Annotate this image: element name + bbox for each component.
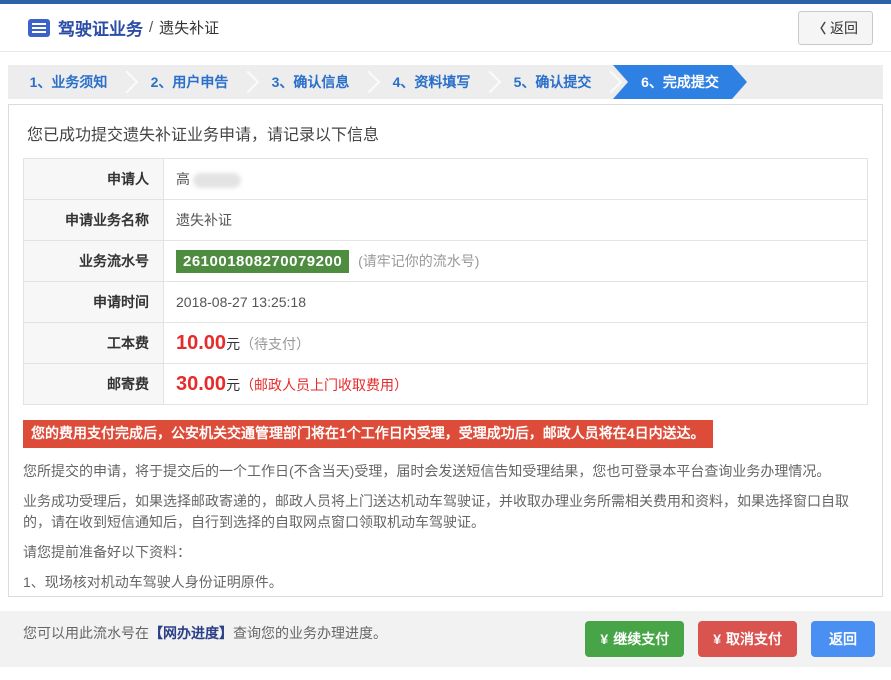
serial-number-note: (请牢记你的流水号): [358, 253, 479, 269]
success-message: 您已成功提交遗失补证业务申请，请记录以下信息: [27, 121, 868, 145]
table-row-service-name: 申请业务名称 遗失补证: [24, 200, 868, 241]
breadcrumb-separator: /: [149, 19, 153, 36]
chevron-left-icon: 〈: [813, 18, 826, 37]
progress-query-suffix: 查询您的业务办理进度。: [233, 625, 387, 641]
production-fee-amount: 10.00: [176, 332, 226, 354]
back-button-bottom[interactable]: 返回: [811, 621, 875, 657]
serial-number-value: 261001808270079200 (请牢记你的流水号): [164, 241, 868, 282]
table-row-applicant: 申请人 高: [24, 159, 868, 200]
cancel-payment-button[interactable]: ¥ 取消支付: [698, 621, 797, 657]
notice-paragraph-1: 您所提交的申请，将于提交后的一个工作日(不含当天)受理，届时会发送短信告知受理结…: [23, 461, 868, 482]
service-name-value: 遗失补证: [164, 200, 868, 241]
production-fee-note: （待支付）: [240, 336, 310, 352]
serial-number-badge: 261001808270079200: [176, 250, 349, 273]
apply-time-value: 2018-08-27 13:25:18: [164, 282, 868, 323]
table-row-production-fee: 工本费 10.00元（待支付）: [24, 323, 868, 364]
continue-payment-label: 继续支付: [613, 629, 669, 649]
page-header: 驾驶证业务 / 遗失补证 〈 返回: [0, 4, 891, 52]
cancel-payment-label: 取消支付: [726, 629, 782, 649]
back-button-top[interactable]: 〈 返回: [798, 11, 873, 45]
postage-fee-amount: 30.00: [176, 373, 226, 395]
table-row-postage-fee: 邮寄费 30.00元（邮政人员上门收取费用）: [24, 364, 868, 405]
apply-time-label: 申请时间: [24, 282, 164, 323]
step-tab-user-declaration[interactable]: 2、用户申告: [129, 65, 250, 99]
postage-fee-note: （邮政人员上门收取费用）: [240, 377, 408, 393]
continue-payment-button[interactable]: ¥ 继续支付: [585, 621, 684, 657]
postage-fee-label: 邮寄费: [24, 364, 164, 405]
postage-fee-unit: 元: [226, 377, 240, 393]
step-tab-complete-submit[interactable]: 6、完成提交: [613, 65, 747, 99]
production-fee-label: 工本费: [24, 323, 164, 364]
progress-query-prefix: 您可以用此流水号在: [23, 625, 149, 641]
table-row-serial-number: 业务流水号 261001808270079200 (请牢记你的流水号): [24, 241, 868, 282]
postage-fee-value: 30.00元（邮政人员上门收取费用）: [164, 364, 868, 405]
masked-name-blur: [193, 173, 241, 188]
production-fee-value: 10.00元（待支付）: [164, 323, 868, 364]
notice-paragraph-2: 业务成功受理后，如果选择邮政寄递的，邮政人员将上门送达机动车驾驶证，并收取办理业…: [23, 491, 868, 533]
online-progress-link[interactable]: 【网办进度】: [149, 625, 233, 641]
page-title: 驾驶证业务: [58, 15, 143, 40]
service-name-label: 申请业务名称: [24, 200, 164, 241]
back-button-bottom-label: 返回: [829, 629, 857, 649]
step-tab-confirm-submit[interactable]: 5、确认提交: [492, 65, 613, 99]
notice-paragraph-3: 请您提前准备好以下资料：: [23, 542, 868, 563]
applicant-name-visible: 高: [176, 171, 190, 187]
document-list-icon: [28, 19, 50, 37]
breadcrumb-current: 遗失补证: [159, 17, 219, 38]
back-button-top-label: 返回: [830, 18, 858, 38]
result-panel: 您已成功提交遗失补证业务申请，请记录以下信息 申请人 高 申请业务名称 遗失补证…: [8, 104, 883, 597]
notice-paragraph-4: 1、现场核对机动车驾驶人身份证明原件。: [23, 572, 868, 593]
payment-warning-banner: 您的费用支付完成后，公安机关交通管理部门将在1个工作日内受理，受理成功后，邮政人…: [23, 420, 713, 448]
serial-number-label: 业务流水号: [24, 241, 164, 282]
applicant-value: 高: [164, 159, 868, 200]
production-fee-unit: 元: [226, 336, 240, 352]
yen-icon: ¥: [713, 631, 721, 647]
step-tab-business-notice[interactable]: 1、业务须知: [8, 65, 129, 99]
applicant-label: 申请人: [24, 159, 164, 200]
application-info-table: 申请人 高 申请业务名称 遗失补证 业务流水号 2610018082700792…: [23, 158, 868, 405]
step-progress-bar: 1、业务须知 2、用户申告 3、确认信息 4、资料填写 5、确认提交 6、完成提…: [8, 65, 883, 99]
step-tab-fill-materials[interactable]: 4、资料填写: [371, 65, 492, 99]
step-tab-confirm-info[interactable]: 3、确认信息: [250, 65, 371, 99]
yen-icon: ¥: [600, 631, 608, 647]
table-row-apply-time: 申请时间 2018-08-27 13:25:18: [24, 282, 868, 323]
